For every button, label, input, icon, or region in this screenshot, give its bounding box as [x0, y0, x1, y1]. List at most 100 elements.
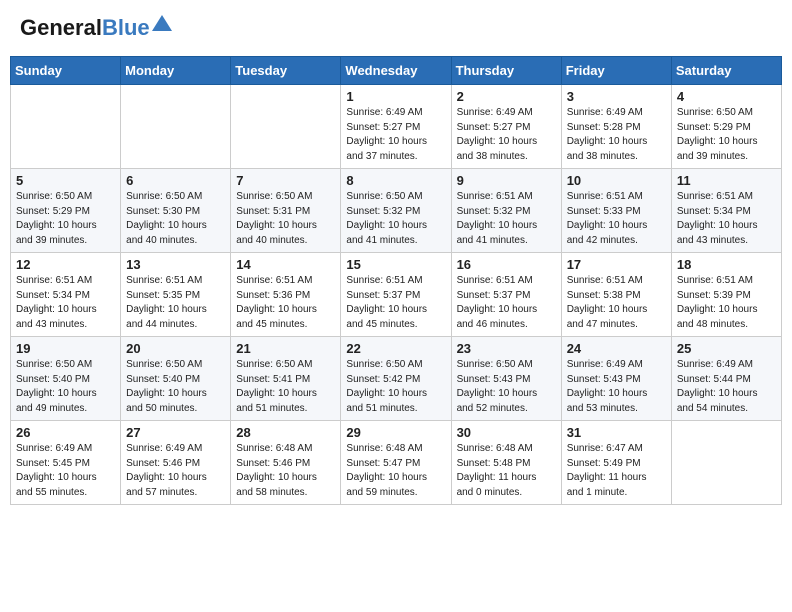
calendar-cell: 8Sunrise: 6:50 AM Sunset: 5:32 PM Daylig…	[341, 169, 451, 253]
day-info: Sunrise: 6:51 AM Sunset: 5:33 PM Dayligh…	[567, 190, 666, 248]
calendar-cell: 31 Sunrise: 6:47 AM Sunset: 5:49 PM Dayli…	[561, 421, 671, 505]
day-number: 21	[236, 341, 335, 356]
calendar-cell: 1 Sunrise: 6:49 AM Sunset: 5:27 PM Daylig…	[341, 85, 451, 169]
day-number: 10	[567, 173, 666, 188]
day-info: Sunrise: 6:50 AM Sunset: 5:29 PM Dayligh…	[677, 106, 776, 164]
calendar-cell: 11Sunrise: 6:51 AM Sunset: 5:34 PM Dayli…	[671, 169, 781, 253]
day-info: Sunrise: 6:49 AM Sunset: 5:46 PM Dayligh…	[126, 442, 225, 500]
day-number: 27	[126, 425, 225, 440]
day-number: 18	[677, 257, 776, 272]
day-number: 22	[346, 341, 445, 356]
calendar-week-row: 26 Sunrise: 6:49 AM Sunset: 5:45 PM Dayli…	[11, 421, 782, 505]
weekday-header: Tuesday	[231, 57, 341, 85]
day-number: 15	[346, 257, 445, 272]
day-info: Sunrise: 6:51 AM Sunset: 5:37 PM Dayligh…	[346, 274, 445, 332]
weekday-header: Wednesday	[341, 57, 451, 85]
day-number: 14	[236, 257, 335, 272]
calendar-cell: 9 Sunrise: 6:51 AM Sunset: 5:32 PM Daylig…	[451, 169, 561, 253]
weekday-header: Saturday	[671, 57, 781, 85]
day-info: Sunrise: 6:49 AM Sunset: 5:27 PM Dayligh…	[457, 106, 556, 164]
calendar-cell: 19 Sunrise: 6:50 AM Sunset: 5:40 PM Dayli…	[11, 337, 121, 421]
day-number: 20	[126, 341, 225, 356]
calendar-cell: 22Sunrise: 6:50 AM Sunset: 5:42 PM Dayli…	[341, 337, 451, 421]
calendar-cell: 23 Sunrise: 6:50 AM Sunset: 5:43 PM Dayli…	[451, 337, 561, 421]
day-number: 7	[236, 173, 335, 188]
day-info: Sunrise: 6:50 AM Sunset: 5:40 PM Dayligh…	[126, 358, 225, 416]
day-number: 28	[236, 425, 335, 440]
logo-text: GeneralBlue	[20, 15, 150, 41]
day-number: 11	[677, 173, 776, 188]
calendar-cell: 5 Sunrise: 6:50 AM Sunset: 5:29 PM Daylig…	[11, 169, 121, 253]
calendar-table: SundayMondayTuesdayWednesdayThursdayFrid…	[10, 56, 782, 505]
day-info: Sunrise: 6:51 AM Sunset: 5:34 PM Dayligh…	[16, 274, 115, 332]
calendar-cell	[231, 85, 341, 169]
calendar-cell	[671, 421, 781, 505]
day-info: Sunrise: 6:50 AM Sunset: 5:43 PM Dayligh…	[457, 358, 556, 416]
calendar-cell: 20 Sunrise: 6:50 AM Sunset: 5:40 PM Dayli…	[121, 337, 231, 421]
day-info: Sunrise: 6:50 AM Sunset: 5:32 PM Dayligh…	[346, 190, 445, 248]
day-info: Sunrise: 6:50 AM Sunset: 5:29 PM Dayligh…	[16, 190, 115, 248]
calendar-week-row: 5 Sunrise: 6:50 AM Sunset: 5:29 PM Daylig…	[11, 169, 782, 253]
day-number: 17	[567, 257, 666, 272]
calendar-cell	[11, 85, 121, 169]
calendar-cell: 29 Sunrise: 6:48 AM Sunset: 5:47 PM Dayli…	[341, 421, 451, 505]
day-info: Sunrise: 6:51 AM Sunset: 5:39 PM Dayligh…	[677, 274, 776, 332]
calendar-cell: 15 Sunrise: 6:51 AM Sunset: 5:37 PM Dayli…	[341, 253, 451, 337]
day-number: 24	[567, 341, 666, 356]
day-number: 12	[16, 257, 115, 272]
day-info: Sunrise: 6:49 AM Sunset: 5:45 PM Dayligh…	[16, 442, 115, 500]
day-info: Sunrise: 6:50 AM Sunset: 5:40 PM Dayligh…	[16, 358, 115, 416]
calendar-cell: 6Sunrise: 6:50 AM Sunset: 5:30 PM Daylig…	[121, 169, 231, 253]
day-number: 31	[567, 425, 666, 440]
weekday-header: Thursday	[451, 57, 561, 85]
day-info: Sunrise: 6:48 AM Sunset: 5:48 PM Dayligh…	[457, 442, 556, 500]
calendar-cell: 24 Sunrise: 6:49 AM Sunset: 5:43 PM Dayli…	[561, 337, 671, 421]
weekday-header-row: SundayMondayTuesdayWednesdayThursdayFrid…	[11, 57, 782, 85]
calendar-cell: 28 Sunrise: 6:48 AM Sunset: 5:46 PM Dayli…	[231, 421, 341, 505]
logo-icon	[152, 15, 172, 31]
day-number: 25	[677, 341, 776, 356]
day-number: 29	[346, 425, 445, 440]
day-info: Sunrise: 6:51 AM Sunset: 5:37 PM Dayligh…	[457, 274, 556, 332]
day-number: 9	[457, 173, 556, 188]
day-number: 13	[126, 257, 225, 272]
weekday-header: Friday	[561, 57, 671, 85]
calendar-cell: 26 Sunrise: 6:49 AM Sunset: 5:45 PM Dayli…	[11, 421, 121, 505]
calendar-cell: 4 Sunrise: 6:50 AM Sunset: 5:29 PM Daylig…	[671, 85, 781, 169]
calendar-cell: 10 Sunrise: 6:51 AM Sunset: 5:33 PM Dayli…	[561, 169, 671, 253]
calendar-cell: 17 Sunrise: 6:51 AM Sunset: 5:38 PM Dayli…	[561, 253, 671, 337]
day-number: 2	[457, 89, 556, 104]
day-number: 19	[16, 341, 115, 356]
day-number: 1	[346, 89, 445, 104]
calendar-cell: 14 Sunrise: 6:51 AM Sunset: 5:36 PM Dayli…	[231, 253, 341, 337]
calendar-cell: 18 Sunrise: 6:51 AM Sunset: 5:39 PM Dayli…	[671, 253, 781, 337]
calendar-week-row: 19 Sunrise: 6:50 AM Sunset: 5:40 PM Dayli…	[11, 337, 782, 421]
day-info: Sunrise: 6:51 AM Sunset: 5:38 PM Dayligh…	[567, 274, 666, 332]
day-number: 23	[457, 341, 556, 356]
day-info: Sunrise: 6:51 AM Sunset: 5:36 PM Dayligh…	[236, 274, 335, 332]
day-info: Sunrise: 6:50 AM Sunset: 5:41 PM Dayligh…	[236, 358, 335, 416]
calendar-cell: 16Sunrise: 6:51 AM Sunset: 5:37 PM Dayli…	[451, 253, 561, 337]
day-number: 5	[16, 173, 115, 188]
day-number: 30	[457, 425, 556, 440]
logo: GeneralBlue	[20, 15, 172, 41]
day-number: 3	[567, 89, 666, 104]
calendar-week-row: 1 Sunrise: 6:49 AM Sunset: 5:27 PM Daylig…	[11, 85, 782, 169]
day-info: Sunrise: 6:49 AM Sunset: 5:44 PM Dayligh…	[677, 358, 776, 416]
day-number: 4	[677, 89, 776, 104]
calendar-cell: 21 Sunrise: 6:50 AM Sunset: 5:41 PM Dayli…	[231, 337, 341, 421]
calendar-cell: 27 Sunrise: 6:49 AM Sunset: 5:46 PM Dayli…	[121, 421, 231, 505]
day-info: Sunrise: 6:47 AM Sunset: 5:49 PM Dayligh…	[567, 442, 666, 500]
calendar-cell	[121, 85, 231, 169]
day-info: Sunrise: 6:50 AM Sunset: 5:31 PM Dayligh…	[236, 190, 335, 248]
day-info: Sunrise: 6:49 AM Sunset: 5:27 PM Dayligh…	[346, 106, 445, 164]
day-info: Sunrise: 6:48 AM Sunset: 5:47 PM Dayligh…	[346, 442, 445, 500]
day-info: Sunrise: 6:48 AM Sunset: 5:46 PM Dayligh…	[236, 442, 335, 500]
calendar-cell: 13 Sunrise: 6:51 AM Sunset: 5:35 PM Dayli…	[121, 253, 231, 337]
day-number: 26	[16, 425, 115, 440]
day-info: Sunrise: 6:51 AM Sunset: 5:35 PM Dayligh…	[126, 274, 225, 332]
day-info: Sunrise: 6:51 AM Sunset: 5:32 PM Dayligh…	[457, 190, 556, 248]
calendar-cell: 30 Sunrise: 6:48 AM Sunset: 5:48 PM Dayli…	[451, 421, 561, 505]
calendar-week-row: 12 Sunrise: 6:51 AM Sunset: 5:34 PM Dayli…	[11, 253, 782, 337]
day-info: Sunrise: 6:49 AM Sunset: 5:43 PM Dayligh…	[567, 358, 666, 416]
